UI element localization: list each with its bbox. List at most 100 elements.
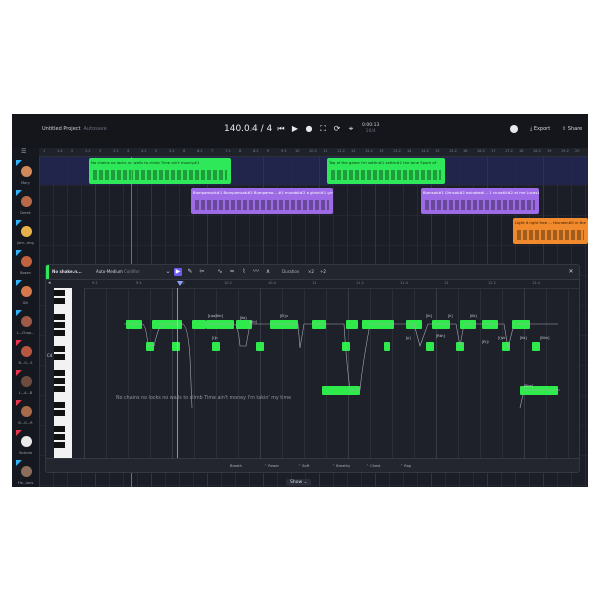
loop-icon[interactable]: ⟳	[332, 124, 342, 134]
track-header[interactable]: Jam...eng	[12, 218, 39, 251]
piano-roll-track-label[interactable]: No shake.n...	[52, 269, 82, 274]
note-grid[interactable]: [Loa]Kkr] [Ei]u [i]n [Ko] [p] [Kr] [k] [Kk] [Ei]…	[84, 288, 579, 458]
metronome-icon[interactable]: ⌖	[346, 124, 356, 134]
voice-param-chest[interactable]: ⌃ Chest	[366, 464, 380, 468]
track-color-flag	[16, 370, 22, 376]
black-key[interactable]	[54, 330, 65, 336]
ruler-tick: 11	[323, 149, 328, 153]
track-name: Gill	[22, 301, 29, 305]
black-key[interactable]	[54, 442, 65, 448]
play-icon[interactable]: ▶	[290, 124, 300, 134]
user-avatar-icon[interactable]	[510, 125, 518, 133]
vocal-clip[interactable]: Light it right free ... thunder#0 in the	[513, 218, 588, 244]
export-button[interactable]: ⤓ Export	[530, 126, 550, 132]
track-header[interactable]: L...A...B	[12, 368, 39, 401]
pitch-curve	[124, 323, 560, 409]
grid-line	[585, 157, 586, 487]
avatar[interactable]	[21, 286, 32, 297]
ruler-tick: 2	[71, 149, 74, 153]
avatar[interactable]	[21, 406, 32, 417]
loop-region-icon[interactable]: ⛶	[318, 124, 328, 134]
ruler-tick: 15.2	[449, 149, 457, 153]
pointer-tool-icon[interactable]: ▶	[174, 268, 182, 276]
transition-icon[interactable]: ⌇	[240, 268, 248, 276]
track-header[interactable]: L...Chap...	[12, 308, 39, 341]
avatar[interactable]	[21, 376, 32, 387]
vibrato-icon[interactable]: ≈	[228, 268, 236, 276]
avatar[interactable]	[21, 466, 32, 477]
black-key[interactable]	[54, 354, 65, 360]
amplitude-icon[interactable]: ∧	[264, 268, 272, 276]
black-key[interactable]	[54, 346, 65, 352]
clip-lyrics: Top of the game I'm settin#1 settin#2 th…	[329, 160, 437, 165]
vocal-clip[interactable]: Top of the game I'm settin#1 settin#2 th…	[327, 158, 445, 184]
black-key[interactable]	[54, 298, 65, 304]
voice-param-soft[interactable]: ⌃ Soft	[298, 464, 309, 468]
track-lane[interactable]	[39, 217, 588, 246]
bar-value: 10/4	[365, 129, 376, 134]
model-select[interactable]: Auto-Medium Coldfier	[96, 269, 140, 274]
black-key[interactable]	[54, 386, 65, 392]
duration-double-button[interactable]: ×2	[308, 269, 314, 274]
black-key[interactable]	[54, 434, 65, 440]
track-header[interactable]: B...G...R	[12, 398, 39, 431]
black-key[interactable]	[54, 322, 65, 328]
black-key[interactable]	[54, 370, 65, 376]
ruler-tick: 8	[239, 149, 242, 153]
menu-icon[interactable]: ☰	[21, 148, 26, 155]
black-key[interactable]	[54, 402, 65, 408]
clip-note-preview	[195, 200, 329, 210]
black-key[interactable]	[54, 378, 65, 384]
pitch-curve-icon[interactable]: ∿	[216, 268, 224, 276]
project-name[interactable]: Untitled Project Autosave	[42, 126, 107, 132]
track-header[interactable]: B...G...S	[12, 338, 39, 371]
time-readout: 0:00:13 10/4	[362, 123, 379, 135]
avatar[interactable]	[21, 166, 32, 177]
avatar[interactable]	[21, 316, 32, 327]
track-header[interactable]: Fle...ions	[12, 458, 39, 487]
close-icon[interactable]: ✕	[567, 268, 575, 276]
black-key[interactable]	[54, 410, 65, 416]
collapse-icon[interactable]: ◂	[48, 280, 51, 286]
avatar[interactable]	[21, 436, 32, 447]
voice-param-rap[interactable]: ⌃ Rap	[400, 464, 411, 468]
track-header[interactable]: Derek	[12, 188, 39, 221]
vocal-clip[interactable]: Bumpamsok#1 Bumpamsok#2 Bumpamo... #1 mu…	[191, 188, 333, 214]
avatar[interactable]	[21, 226, 32, 237]
time-signature[interactable]: 4 / 4	[252, 124, 272, 134]
voice-param-power[interactable]: ⌃ Power	[264, 464, 279, 468]
duration-half-button[interactable]: ÷2	[320, 269, 326, 274]
voice-param-breath[interactable]: Breath	[230, 464, 242, 468]
share-button[interactable]: ⇪ Share	[562, 126, 582, 132]
chevron-down-icon[interactable]: ⌄	[164, 268, 172, 276]
track-header[interactable]: Mary	[12, 158, 39, 191]
avatar[interactable]	[21, 256, 32, 267]
ruler-tick: 7	[211, 149, 214, 153]
skip-back-icon[interactable]: ⏮	[276, 124, 286, 134]
black-key[interactable]	[54, 314, 65, 320]
vocal-clip[interactable]: No chains no locks no walls to climb Tim…	[89, 158, 231, 184]
record-icon[interactable]: ●	[304, 124, 314, 134]
roll-ruler-tick: 10.4	[268, 281, 276, 285]
black-key[interactable]	[54, 290, 65, 296]
track-name: Victoria	[18, 451, 33, 455]
pencil-tool-icon[interactable]: ✎	[186, 268, 194, 276]
timeline-ruler[interactable]: 1 1.4 2 2.2 3 3.2 4 4.2 5 5.2 6 6.2 7 7.2 8 8.2 9 9.2 10 10…	[39, 148, 588, 157]
wave-icon[interactable]: 〰	[252, 268, 260, 276]
avatar[interactable]	[21, 196, 32, 207]
track-header[interactable]: Gill	[12, 278, 39, 311]
black-key[interactable]	[54, 426, 65, 432]
avatar[interactable]	[21, 346, 32, 357]
vocal-clip[interactable]: Bumsok#1 Gimsok#2 asinabedi... 1 crussti…	[421, 188, 539, 214]
voice-param-breathy[interactable]: ⌃ Breathy	[332, 464, 350, 468]
track-name: B...G...R	[18, 421, 33, 425]
ruler-tick: 16.2	[477, 149, 485, 153]
playhead-marker-icon[interactable]	[177, 281, 183, 286]
track-header[interactable]: Victoria	[12, 428, 39, 461]
show-button[interactable]: Show ⌄	[286, 479, 312, 486]
track-header[interactable]: Bosen	[12, 248, 39, 281]
ruler-tick: 12.2	[365, 149, 373, 153]
piano-keyboard[interactable]	[54, 288, 72, 458]
tempo-display[interactable]: 140.0♩	[224, 124, 252, 134]
scissors-tool-icon[interactable]: ✂	[198, 268, 206, 276]
